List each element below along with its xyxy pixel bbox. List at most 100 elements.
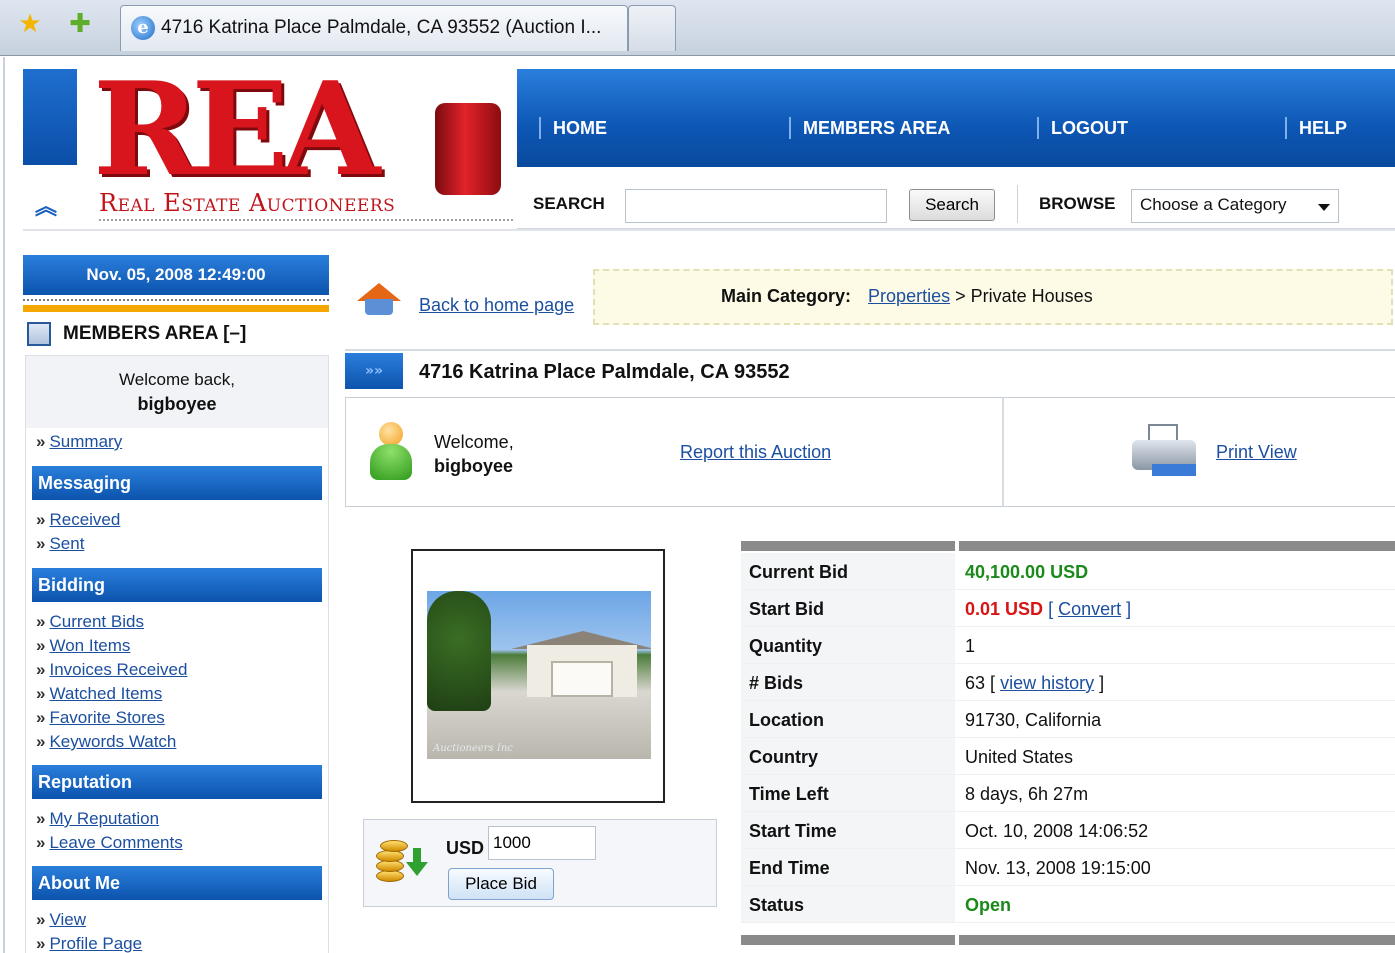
nav-home[interactable]: HOME (539, 117, 607, 139)
search-input[interactable] (625, 189, 887, 223)
browse-label: BROWSE (1039, 194, 1116, 213)
category-path: Main Category: Properties > Private Hous… (721, 286, 1093, 307)
view-history-link[interactable]: view history (1000, 673, 1094, 693)
details-bottom-bar (741, 935, 1395, 945)
place-bid-button[interactable]: Place Bid (448, 868, 554, 900)
bullet-icon: » (36, 732, 46, 751)
bracket-open: [ (990, 673, 996, 693)
printer-icon-tray (1152, 464, 1196, 476)
sidebar-item-keywords-watch[interactable]: » Keywords Watch (36, 732, 176, 752)
table-row: Start Time Oct. 10, 2008 14:06:52 (741, 812, 1395, 849)
category-select[interactable]: Choose a Category (1131, 189, 1339, 223)
property-photo-frame[interactable]: Auctioneers Inc (411, 549, 665, 803)
tab-title: 4716 Katrina Place Palmdale, CA 93552 (A… (161, 17, 602, 38)
dropdown-arrow-icon (1318, 204, 1330, 211)
property-photo: Auctioneers Inc (427, 591, 651, 759)
printer-icon[interactable] (1132, 424, 1202, 480)
row-label: Quantity (749, 636, 823, 656)
row-label: # Bids (749, 673, 804, 693)
sidebar-item-current-bids[interactable]: » Current Bids (36, 612, 144, 632)
sidebar-item-view[interactable]: » View (36, 910, 86, 930)
nav-members-area[interactable]: MEMBERS AREA (789, 117, 950, 139)
home-icon[interactable] (357, 283, 401, 317)
header-left-blue-block (23, 69, 77, 165)
row-label: Time Left (749, 784, 829, 804)
location-value: 91730, California (965, 710, 1102, 730)
sidebar-link-won-items[interactable]: Won Items (49, 636, 130, 655)
sidebar-link-current-bids[interactable]: Current Bids (49, 612, 143, 631)
date-dotted-line (23, 299, 329, 301)
site-logo[interactable]: REA Real Estate Auctioneers (85, 57, 515, 228)
sidebar-item-favorite-stores[interactable]: » Favorite Stores (36, 708, 165, 728)
sidebar-item-summary[interactable]: » Summary (36, 432, 122, 452)
members-area-header[interactable]: MEMBERS AREA [–] (25, 319, 329, 351)
star-icon[interactable]: ★ (16, 10, 44, 38)
convert-link[interactable]: Convert (1058, 599, 1121, 619)
current-bid-value: 40,100.00 USD (965, 562, 1089, 582)
sidebar-item-watched-items[interactable]: » Watched Items (36, 684, 162, 704)
row-label: Current Bid (749, 562, 848, 582)
user-icon-head (379, 422, 403, 446)
home-chevron-icon[interactable]: ︽ (35, 189, 57, 221)
logo-cylinder (435, 103, 501, 195)
bullet-icon: » (36, 910, 46, 929)
row-label: End Time (749, 858, 830, 878)
sidebar-link-summary[interactable]: Summary (49, 432, 122, 451)
table-row: Time Left 8 days, 6h 27m (741, 775, 1395, 812)
new-tab-button[interactable] (628, 5, 676, 51)
browser-tab[interactable]: e 4716 Katrina Place Palmdale, CA 93552 … (120, 5, 628, 51)
sidebar-item-won-items[interactable]: » Won Items (36, 636, 130, 656)
table-row: Country United States (741, 738, 1395, 775)
sidebar-link-sent[interactable]: Sent (49, 534, 84, 553)
bullet-icon: » (36, 432, 46, 451)
bullet-icon: » (36, 934, 46, 953)
sidebar-link-keywords-watch[interactable]: Keywords Watch (49, 732, 176, 751)
user-icon (370, 422, 412, 482)
sidebar-link-watched-items[interactable]: Watched Items (49, 684, 162, 703)
add-star-icon[interactable]: ✚ (66, 10, 94, 38)
bullet-icon: » (36, 708, 46, 727)
main-category-label: Main Category: (721, 286, 852, 306)
print-view-link[interactable]: Print View (1216, 442, 1297, 463)
bid-currency: USD (446, 838, 485, 858)
search-bar: SEARCH Search BROWSE Choose a Category (517, 171, 1395, 231)
bids-cell: 63 [ view history ] (965, 673, 1104, 694)
sidebar-item-profile-page[interactable]: » Profile Page (36, 934, 142, 953)
sidebar-link-view[interactable]: View (49, 910, 86, 929)
row-label: Start Time (749, 821, 837, 841)
sidebar-item-sent[interactable]: » Sent (36, 534, 84, 554)
sidebar-item-my-reputation[interactable]: » My Reputation (36, 809, 159, 829)
search-button[interactable]: Search (909, 189, 995, 221)
start-bid-value: 0.01 USD (965, 599, 1044, 619)
sidebar-link-leave-comments[interactable]: Leave Comments (49, 833, 182, 852)
start-time-value: Oct. 10, 2008 14:06:52 (965, 821, 1149, 841)
bracket-open: [ (1048, 599, 1054, 619)
row-label: Location (749, 710, 824, 730)
back-to-home-link[interactable]: Back to home page (419, 295, 574, 316)
sidebar-link-my-reputation[interactable]: My Reputation (49, 809, 159, 828)
sidebar-link-invoices-received[interactable]: Invoices Received (49, 660, 187, 679)
sidebar-item-received[interactable]: » Received (36, 510, 120, 530)
down-arrow-head (406, 862, 428, 876)
category-link-properties[interactable]: Properties (868, 286, 950, 306)
nav-logout[interactable]: LOGOUT (1037, 117, 1128, 139)
coins-icon (376, 840, 430, 888)
category-box: Main Category: Properties > Private Hous… (593, 269, 1393, 325)
details-bottom-bar-right (959, 935, 1395, 945)
sidebar-item-leave-comments[interactable]: » Leave Comments (36, 833, 183, 853)
sidebar-link-profile-page[interactable]: Profile Page (49, 934, 142, 953)
report-auction-link[interactable]: Report this Auction (680, 442, 831, 463)
sidebar-link-received[interactable]: Received (49, 510, 120, 529)
sidebar-link-favorite-stores[interactable]: Favorite Stores (49, 708, 164, 727)
photo-watermark: Auctioneers Inc (433, 743, 513, 754)
time-left-value: 8 days, 6h 27m (965, 784, 1089, 804)
category-separator: > (955, 286, 966, 306)
sidebar-section-reputation: Reputation (32, 765, 322, 799)
main-nav: HOME MEMBERS AREA LOGOUT HELP (517, 69, 1395, 167)
country-value: United States (965, 747, 1074, 767)
sidebar-section-bidding: Bidding (32, 568, 322, 602)
browser-tab-bar: ★ ✚ e 4716 Katrina Place Palmdale, CA 93… (0, 0, 1395, 56)
sidebar-item-invoices-received[interactable]: » Invoices Received (36, 660, 187, 680)
nav-help[interactable]: HELP (1285, 117, 1347, 139)
bid-amount-input[interactable] (488, 826, 596, 860)
